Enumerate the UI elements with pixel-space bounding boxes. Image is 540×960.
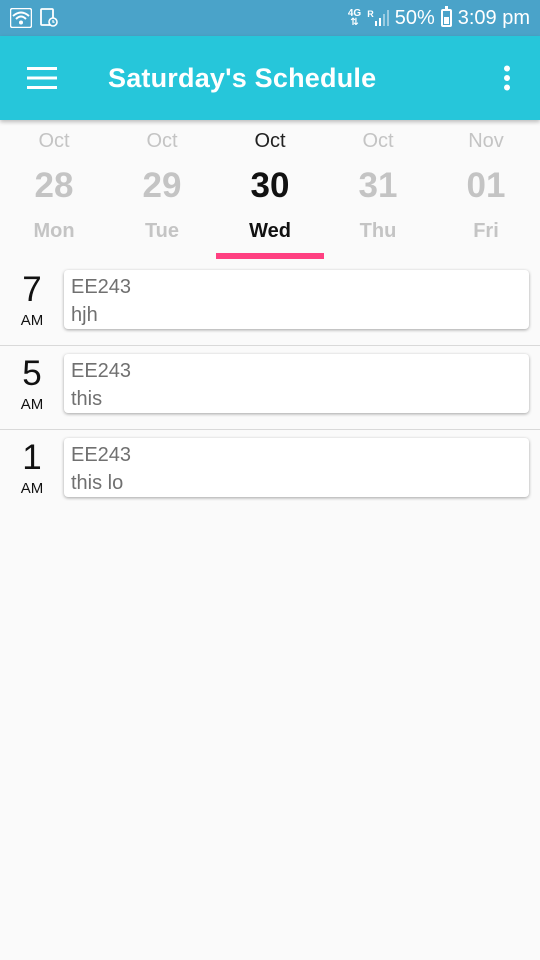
schedule-entry: 1 AM EE243 this lo xyxy=(0,430,540,514)
entry-time: 5 AM xyxy=(0,354,64,413)
card-note: this lo xyxy=(71,472,124,494)
entry-time: 1 AM xyxy=(0,438,64,497)
card-note: this xyxy=(71,388,103,410)
date-tab-oct-31[interactable]: Oct 31 Thu xyxy=(324,120,432,262)
hamburger-menu-button[interactable] xyxy=(0,36,84,120)
date-selector: Oct 28 Mon Oct 29 Tue Oct 30 Wed Oct 31 … xyxy=(0,120,540,262)
wifi-icon xyxy=(10,8,32,28)
date-month: Oct xyxy=(146,130,178,152)
date-day-number: 30 xyxy=(250,166,290,205)
date-weekday: Tue xyxy=(144,220,180,242)
status-bar: 4G ⇅ R 50% 3:09 pm xyxy=(0,0,540,36)
card-course: EE243 xyxy=(71,360,132,382)
hamburger-menu-icon xyxy=(27,67,57,89)
status-time: 3:09 pm xyxy=(457,6,530,29)
status-bar-right: 4G ⇅ R 50% 3:09 pm xyxy=(347,6,530,30)
date-weekday: Thu xyxy=(359,220,397,242)
date-tab-oct-30[interactable]: Oct 30 Wed xyxy=(216,120,324,262)
entry-ampm: AM xyxy=(20,480,44,497)
schedule-card[interactable]: EE243 this xyxy=(64,354,529,413)
date-tab-oct-28[interactable]: Oct 28 Mon xyxy=(0,120,108,262)
date-tab-nov-01[interactable]: Nov 01 Fri xyxy=(432,120,540,262)
schedule-entry: 7 AM EE243 hjh xyxy=(0,262,540,346)
card-note: hjh xyxy=(71,304,98,326)
selected-date-indicator xyxy=(216,253,324,259)
battery-percent: 50% xyxy=(394,6,435,29)
schedule-list: 7 AM EE243 hjh 5 AM EE243 this 1 AM EE24… xyxy=(0,262,540,514)
date-month: Nov xyxy=(468,130,504,152)
date-tab-oct-29[interactable]: Oct 29 Tue xyxy=(108,120,216,262)
overflow-menu-button[interactable] xyxy=(474,36,540,120)
card-course: EE243 xyxy=(71,276,132,298)
entry-hour: 1 xyxy=(22,438,42,477)
date-month: Oct xyxy=(362,130,394,152)
schedule-entry: 5 AM EE243 this xyxy=(0,346,540,430)
date-day-number: 28 xyxy=(34,166,74,205)
signal-icon: R xyxy=(367,10,389,26)
date-month: Oct xyxy=(254,130,286,152)
entry-hour: 5 xyxy=(22,354,42,393)
date-day-number: 31 xyxy=(358,166,398,205)
date-day-number: 29 xyxy=(142,166,182,205)
battery-icon xyxy=(440,6,452,27)
page-title: Saturday's Schedule xyxy=(108,62,377,93)
entry-time: 7 AM xyxy=(0,270,64,329)
date-weekday: Mon xyxy=(33,220,75,242)
status-bar-left xyxy=(10,8,58,28)
schedule-card[interactable]: EE243 hjh xyxy=(64,270,529,329)
app-bar: Saturday's Schedule xyxy=(0,36,540,120)
date-month: Oct xyxy=(38,130,70,152)
date-weekday: Wed xyxy=(249,220,291,242)
card-course: EE243 xyxy=(71,444,132,466)
date-weekday: Fri xyxy=(473,220,499,242)
date-day-number: 01 xyxy=(466,166,506,205)
data-arrows-icon: 4G ⇅ xyxy=(347,8,362,28)
entry-ampm: AM xyxy=(20,312,44,329)
entry-hour: 7 xyxy=(22,270,42,309)
schedule-card[interactable]: EE243 this lo xyxy=(64,438,529,497)
more-vert-icon xyxy=(504,65,510,91)
screenshot-notification-icon xyxy=(40,8,58,28)
entry-ampm: AM xyxy=(20,396,44,413)
